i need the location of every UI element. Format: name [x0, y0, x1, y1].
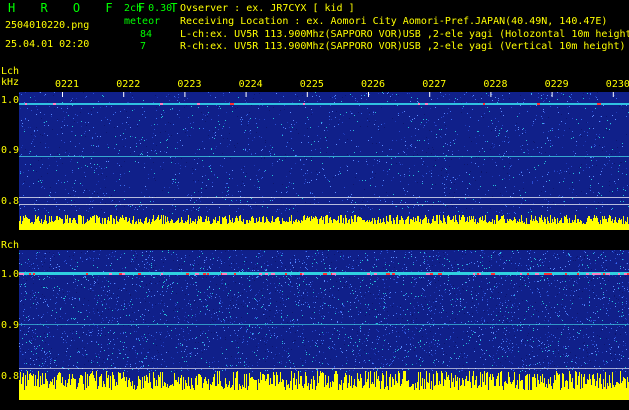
- filename-label: 2504010220.png: [5, 20, 90, 31]
- rch-info: R-ch:ex. UV5R 113.900Mhz(SAPPORO VOR)USB…: [180, 41, 626, 52]
- time-label-0227: 0227: [422, 79, 447, 90]
- time-label-0226: 0226: [361, 79, 386, 90]
- mode-label: 2ch 0.30: [124, 3, 173, 14]
- khz-unit-label: kHz: [1, 77, 20, 88]
- meteor-label: meteor: [124, 16, 161, 27]
- lch-spectrogram: [19, 92, 629, 230]
- rch-spectrogram: [19, 250, 629, 400]
- lch-y-label-0.9: 0.9: [1, 145, 20, 156]
- lch-y-label-1.0: 1.0: [1, 95, 20, 106]
- meteor-count-rch: 7: [140, 41, 147, 52]
- datetime-label: 25.04.01 02:20: [5, 39, 90, 50]
- time-label-0225: 0225: [299, 79, 324, 90]
- location-info: Receiving Location : ex. Aomori City Aom…: [180, 16, 608, 27]
- rch-y-label-1.0: 1.0: [1, 269, 20, 280]
- time-label-0230: 0230: [605, 79, 629, 90]
- rch-y-label-0.8: 0.8: [1, 371, 20, 382]
- lch-info: L-ch:ex. UV5R 113.900Mhz(SAPPORO VOR)USB…: [180, 29, 629, 40]
- lch-y-label-0.8: 0.8: [1, 196, 20, 207]
- rch-y-label-0.9: 0.9: [1, 320, 20, 331]
- lch-label: Lch: [1, 66, 20, 77]
- rch-waterfall: [19, 250, 629, 400]
- time-label-0224: 0224: [238, 79, 263, 90]
- time-label-0228: 0228: [483, 79, 508, 90]
- meteor-count-lch: 84: [140, 29, 153, 40]
- time-label-0222: 0222: [116, 79, 141, 90]
- time-label-0229: 0229: [544, 79, 569, 90]
- time-label-0221: 0221: [55, 79, 80, 90]
- lch-waterfall: [19, 92, 629, 230]
- time-label-0223: 0223: [177, 79, 202, 90]
- rch-label: Rch: [1, 240, 20, 251]
- observer-info: Ovserver : ex. JR7CYX [ kid ]: [180, 3, 355, 14]
